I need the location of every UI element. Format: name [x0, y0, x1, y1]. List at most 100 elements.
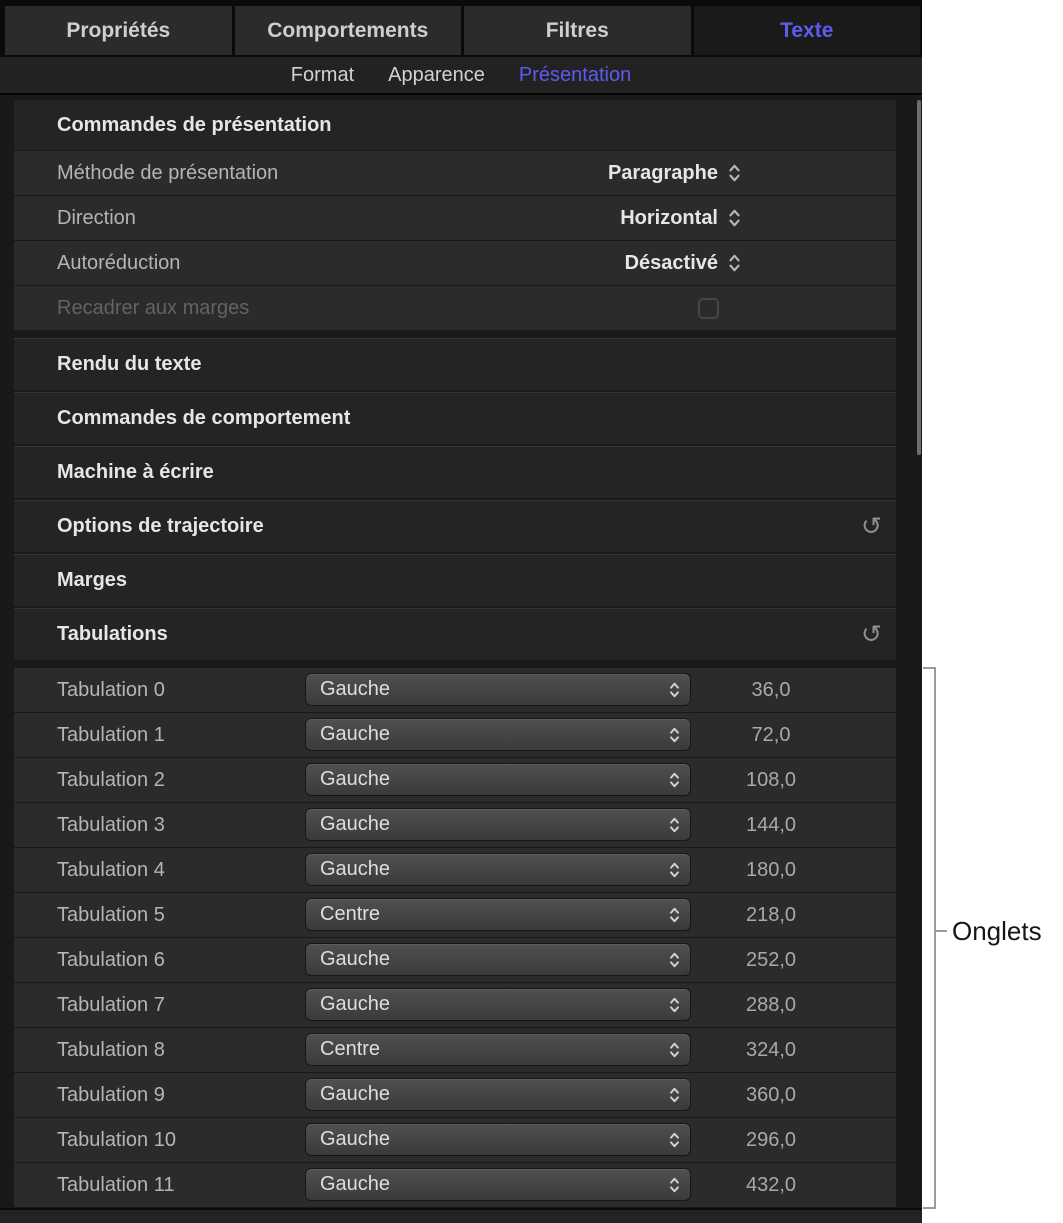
tabulation-rows: Tabulation 0 Gauche 36,0 Tabulation 1 Ga…	[0, 668, 922, 1207]
tab-label: Propriétés	[66, 19, 170, 43]
tabulation-row-4: Tabulation 4 Gauche 180,0	[14, 848, 896, 892]
tabulation-position-value[interactable]: 218,0	[716, 893, 826, 937]
section-title: Options de trajectoire	[57, 515, 264, 538]
tabulation-label: Tabulation 9	[57, 1073, 165, 1117]
tab-label: Texte	[780, 19, 833, 43]
tabulation-position-value[interactable]: 108,0	[716, 758, 826, 802]
chevron-up-down-icon	[668, 1085, 681, 1105]
chevron-up-down-icon	[668, 950, 681, 970]
popup-autoreduction[interactable]: Désactivé	[625, 252, 742, 275]
section-header-machine-a-ecrire[interactable]: Machine à écrire	[14, 446, 896, 498]
alignment-dropdown[interactable]: Gauche	[305, 1123, 691, 1156]
tabulation-row-11: Tabulation 11 Gauche 432,0	[14, 1163, 896, 1207]
section-header-rendu-du-texte[interactable]: Rendu du texte	[14, 338, 896, 390]
tab-label: Filtres	[546, 19, 609, 43]
tabulation-label: Tabulation 8	[57, 1028, 165, 1072]
chevron-up-down-icon	[727, 162, 742, 184]
alignment-dropdown[interactable]: Gauche	[305, 718, 691, 751]
annotation-label: Onglets	[952, 916, 1042, 947]
alignment-value: Gauche	[320, 948, 390, 971]
scrollbar-thumb[interactable]	[917, 100, 921, 455]
alignment-dropdown[interactable]: Gauche	[305, 808, 691, 841]
tabulation-position-value[interactable]: 36,0	[716, 668, 826, 712]
tabulation-position-value[interactable]: 72,0	[716, 713, 826, 757]
section-title: Commandes de comportement	[57, 407, 350, 430]
tab-filtres[interactable]: Filtres	[464, 6, 691, 55]
row-autoreduction: Autoréduction Désactivé	[14, 241, 896, 285]
subtab-label: Présentation	[519, 64, 631, 86]
tabulation-position-value[interactable]: 432,0	[716, 1163, 826, 1207]
alignment-dropdown[interactable]: Gauche	[305, 1078, 691, 1111]
section-title: Machine à écrire	[57, 461, 214, 484]
tabulation-label: Tabulation 3	[57, 803, 165, 847]
tabulation-row-0: Tabulation 0 Gauche 36,0	[14, 668, 896, 712]
alignment-value: Gauche	[320, 678, 390, 701]
tabulation-row-7: Tabulation 7 Gauche 288,0	[14, 983, 896, 1027]
alignment-value: Gauche	[320, 768, 390, 791]
chevron-up-down-icon	[668, 1130, 681, 1150]
tabulation-label: Tabulation 5	[57, 893, 165, 937]
tabulation-position-value[interactable]: 324,0	[716, 1028, 826, 1072]
tabulation-label: Tabulation 0	[57, 668, 165, 712]
reset-icon[interactable]: ↺	[861, 514, 882, 539]
subtab-apparence[interactable]: Apparence	[388, 64, 485, 87]
alignment-dropdown[interactable]: Gauche	[305, 853, 691, 886]
alignment-dropdown[interactable]: Gauche	[305, 943, 691, 976]
chevron-up-down-icon	[668, 725, 681, 745]
popup-value: Horizontal	[620, 207, 718, 230]
row-recadrer-aux-marges: Recadrer aux marges	[14, 286, 896, 330]
chevron-up-down-icon	[668, 1040, 681, 1060]
row-label: Recadrer aux marges	[57, 297, 249, 320]
section-header-marges[interactable]: Marges	[14, 554, 896, 606]
alignment-value: Gauche	[320, 1128, 390, 1151]
chevron-up-down-icon	[727, 207, 742, 229]
section-header-commandes-de-presentation[interactable]: Commandes de présentation	[14, 100, 896, 150]
subtab-format[interactable]: Format	[291, 64, 354, 87]
tabulation-position-value[interactable]: 360,0	[716, 1073, 826, 1117]
alignment-dropdown[interactable]: Centre	[305, 1033, 691, 1066]
alignment-dropdown[interactable]: Gauche	[305, 673, 691, 706]
tab-proprietes[interactable]: Propriétés	[5, 6, 232, 55]
collapsed-sections: Rendu du texte Commandes de comportement…	[0, 338, 922, 660]
tab-texte[interactable]: Texte	[694, 6, 921, 55]
row-label: Méthode de présentation	[57, 162, 278, 185]
section-header-options-de-trajectoire[interactable]: Options de trajectoire ↺	[14, 500, 896, 552]
tabulation-position-value[interactable]: 180,0	[716, 848, 826, 892]
tabulation-label: Tabulation 2	[57, 758, 165, 802]
section-header-tabulations[interactable]: Tabulations ↺	[14, 608, 896, 660]
alignment-value: Gauche	[320, 1173, 390, 1196]
section-header-commandes-de-comportement[interactable]: Commandes de comportement	[14, 392, 896, 444]
alignment-value: Gauche	[320, 993, 390, 1016]
alignment-value: Gauche	[320, 723, 390, 746]
tabulation-position-value[interactable]: 144,0	[716, 803, 826, 847]
inspector-tab-bar: Propriétés Comportements Filtres Texte	[0, 0, 922, 57]
popup-value: Paragraphe	[608, 162, 718, 185]
row-label: Direction	[57, 207, 136, 230]
popup-value: Désactivé	[625, 252, 718, 275]
alignment-dropdown[interactable]: Gauche	[305, 1168, 691, 1201]
row-methode-de-presentation: Méthode de présentation Paragraphe	[14, 151, 896, 195]
subtab-label: Apparence	[388, 64, 485, 86]
chevron-up-down-icon	[727, 252, 742, 274]
subtab-presentation[interactable]: Présentation	[519, 64, 631, 87]
tabulation-label: Tabulation 6	[57, 938, 165, 982]
popup-methode-de-presentation[interactable]: Paragraphe	[608, 162, 742, 185]
tabulation-position-value[interactable]: 296,0	[716, 1118, 826, 1162]
alignment-value: Gauche	[320, 858, 390, 881]
section-title: Rendu du texte	[57, 353, 201, 376]
popup-direction[interactable]: Horizontal	[620, 207, 742, 230]
recadrer-aux-marges-checkbox[interactable]	[698, 298, 719, 319]
reset-icon[interactable]: ↺	[861, 622, 882, 647]
tabulation-row-2: Tabulation 2 Gauche 108,0	[14, 758, 896, 802]
tabulation-row-10: Tabulation 10 Gauche 296,0	[14, 1118, 896, 1162]
tabulation-position-value[interactable]: 252,0	[716, 938, 826, 982]
alignment-dropdown[interactable]: Centre	[305, 898, 691, 931]
tabulation-position-value[interactable]: 288,0	[716, 983, 826, 1027]
panel-bottom-strip	[0, 1208, 922, 1223]
section-title: Tabulations	[57, 623, 168, 646]
chevron-up-down-icon	[668, 905, 681, 925]
alignment-dropdown[interactable]: Gauche	[305, 988, 691, 1021]
tab-comportements[interactable]: Comportements	[235, 6, 462, 55]
alignment-value: Gauche	[320, 1083, 390, 1106]
alignment-dropdown[interactable]: Gauche	[305, 763, 691, 796]
